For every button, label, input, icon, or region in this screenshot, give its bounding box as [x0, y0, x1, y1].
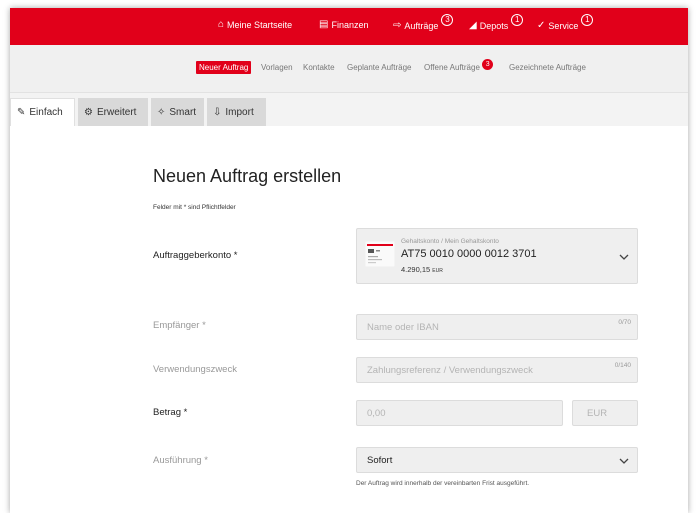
notification-badge: 3	[482, 59, 494, 70]
nav-label: Meine Startseite	[227, 20, 293, 30]
execution-hint: Der Auftrag wird innerhalb der vereinbar…	[356, 480, 530, 487]
account-iban: AT75 0010 0000 0012 3701	[401, 248, 537, 260]
orders-icon: ⇨	[393, 20, 402, 31]
tab-einfach[interactable]: ✎ Einfach	[10, 98, 75, 126]
nav-label: Depots	[479, 21, 509, 31]
nav-item-startseite[interactable]: ⌂ Meine Startseite	[218, 19, 293, 31]
account-name: Gehaltskonto / Mein Gehaltskonto	[401, 238, 499, 245]
amount-label: Betrag *	[153, 407, 188, 418]
nav-item-service[interactable]: ✓ Service 1	[537, 14, 594, 32]
amount-currency: EUR	[587, 408, 608, 419]
nav-item-depots[interactable]: ◢ Depots 1	[469, 14, 524, 32]
chevron-down-icon	[619, 254, 629, 260]
recipient-input[interactable]: Name oder IBAN 0/70	[356, 314, 638, 340]
amount-input[interactable]: 0,00	[356, 400, 563, 426]
app-window: ⌂ Meine Startseite ▤ Finanzen ⇨ Aufträge…	[10, 8, 688, 513]
top-navigation: ⌂ Meine Startseite ▤ Finanzen ⇨ Aufträge…	[10, 8, 688, 45]
account-balance: 4.290,15 EUR	[401, 265, 443, 274]
purpose-placeholder: Zahlungsreferenz / Verwendungszweck	[367, 365, 533, 376]
service-icon: ✓	[537, 20, 546, 31]
chevron-down-icon	[619, 458, 629, 464]
home-icon: ⌂	[218, 19, 225, 30]
card-icon	[365, 241, 395, 267]
account-select[interactable]: Gehaltskonto / Mein Gehaltskonto AT75 00…	[356, 228, 638, 284]
subnav-neuer-auftrag[interactable]: Neuer Auftrag	[196, 61, 252, 74]
nav-item-finanzen[interactable]: ▤ Finanzen	[319, 19, 369, 31]
tab-smart[interactable]: ✧ Smart	[151, 98, 204, 126]
recipient-label: Empfänger *	[153, 320, 206, 331]
recipient-counter: 0/70	[618, 319, 631, 326]
finance-icon: ▤	[319, 19, 329, 30]
recipient-placeholder: Name oder IBAN	[367, 322, 439, 333]
import-icon: ⇩	[213, 106, 222, 118]
subnav-label: Offene Aufträge	[424, 63, 480, 72]
edit-icon: ✎	[17, 107, 26, 118]
chart-icon: ◢	[469, 20, 477, 31]
currency-field: EUR	[572, 400, 638, 426]
nav-label: Service	[548, 21, 579, 31]
settings-icon: ⚙	[84, 106, 93, 118]
execution-select[interactable]: Sofort	[356, 447, 638, 473]
account-label: Auftraggeberkonto *	[153, 250, 238, 261]
balance-value: 4.290,15	[401, 265, 431, 274]
subnav-gezeichnete-auftraege[interactable]: Gezeichnete Aufträge	[509, 63, 586, 72]
nav-item-auftraege[interactable]: ⇨ Aufträge 3	[393, 14, 454, 32]
notification-badge: 3	[441, 14, 454, 26]
notification-badge: 1	[511, 14, 524, 26]
purpose-label: Verwendungszweck	[153, 364, 237, 375]
required-note: Felder mit * sind Pflichtfelder	[153, 204, 236, 211]
order-form: Neuen Auftrag erstellen Felder mit * sin…	[10, 126, 688, 513]
tab-label: Import	[225, 106, 254, 118]
amount-placeholder: 0,00	[367, 408, 386, 419]
subnav-geplante-auftraege[interactable]: Geplante Aufträge	[347, 63, 412, 72]
tab-erweitert[interactable]: ⚙ Erweitert	[78, 98, 148, 126]
subnav-offene-auftraege[interactable]: Offene Aufträge 3	[424, 59, 494, 74]
nav-label: Aufträge	[404, 21, 439, 31]
tab-bar: ✎ Einfach ⚙ Erweitert ✧ Smart ⇩ Import	[10, 93, 688, 126]
subnav-kontakte[interactable]: Kontakte	[303, 63, 335, 72]
tab-label: Erweitert	[96, 106, 137, 118]
notification-badge: 1	[581, 14, 594, 26]
magic-icon: ✧	[157, 106, 166, 118]
balance-currency: EUR	[432, 268, 443, 274]
tab-label: Smart	[169, 106, 197, 118]
tab-import[interactable]: ⇩ Import	[207, 98, 266, 126]
page-title: Neuen Auftrag erstellen	[153, 166, 342, 186]
sub-navigation: Neuer Auftrag Vorlagen Kontakte Geplante…	[10, 45, 688, 93]
execution-value: Sofort	[367, 455, 393, 466]
subnav-vorlagen[interactable]: Vorlagen	[261, 63, 293, 72]
execution-label: Ausführung *	[153, 455, 208, 466]
nav-label: Finanzen	[331, 20, 369, 30]
tab-label: Einfach	[29, 107, 63, 118]
purpose-input[interactable]: Zahlungsreferenz / Verwendungszweck 0/14…	[356, 357, 638, 383]
purpose-counter: 0/140	[614, 362, 631, 369]
